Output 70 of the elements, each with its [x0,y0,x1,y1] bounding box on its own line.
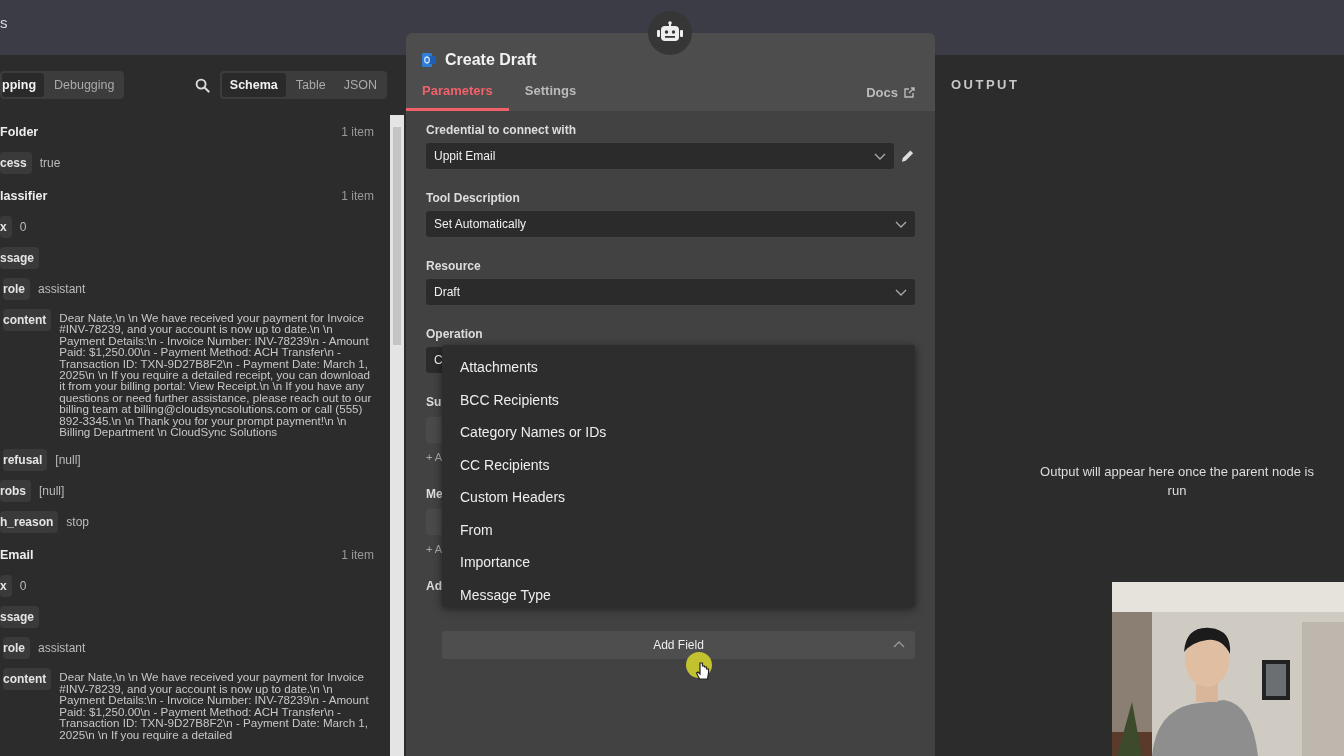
view-tab[interactable]: Schema [221,73,286,97]
field-key: cess [0,152,32,174]
menu-option[interactable]: BCC Recipients [460,383,915,416]
node-title: Create Draft [445,51,537,69]
menu-option[interactable]: Importance [460,546,915,579]
field-value: 0 [19,578,27,594]
view-tab[interactable]: Table [287,73,334,97]
item-count: 1 item [341,124,374,139]
item-count: 1 item [341,547,374,562]
field-label: Su [426,395,443,409]
view-tab[interactable]: JSON [335,73,385,97]
field-key: robs [0,480,31,503]
window-title: s [0,14,8,31]
add-field-button[interactable]: Add Field [442,631,915,659]
field-key: ssage [0,606,40,629]
field-label: Tool Description [426,191,521,205]
field-label: Credential to connect with [426,123,577,137]
field-label: Ad [426,579,443,593]
field-text: Dear Nate,\n \n We have received your payment for Invoice #INV-78239, and your account is now up to date.\n \n Payment Details:\n - Invoice Number: INV-78239\n - Amount Paid: $1,250.00\n - Payment Method: ACH Transfer\n - Transaction ID: TXN-9D27B8F2\n - Payment Date: March 1, 2025\n \n If you require a detailed receipt, you can download it from your billing portal: View Receipt.\n \n If you have any questions or need further assistance, please reach out to our billing team at billing@cloudsyncsolutions.com or call (555) 892-3345.\n \n Thank you for your prompt payment!\n \n Billing Department \n CloudSync Solutions [59,310,373,441]
node-name: lassifier [0,188,48,203]
pencil-icon[interactable] [900,148,915,164]
field-key: role [3,637,30,660]
select-field[interactable]: Uppit Email [426,143,894,169]
external-link-icon [903,86,915,99]
node-name: Email [0,547,34,562]
mode-tab[interactable]: pping [2,73,44,97]
select-field[interactable]: Set Automatically [426,211,915,237]
menu-option[interactable]: From [460,513,915,546]
empty-message: Output will appear here once the parent node is run [1039,463,1315,500]
panel-title: OUTPUT [951,77,1021,92]
input-field[interactable] [426,417,442,443]
field-value: true [39,155,61,170]
robot-icon [648,11,692,55]
menu-option[interactable]: CC Recipients [460,448,915,481]
docs-link[interactable]: Docs [866,85,915,111]
field-key: content [3,668,52,691]
field-key: refusal [3,449,48,472]
node-name: Folder [0,124,39,139]
field-value: [null] [55,452,81,468]
field-label: Resource [426,259,482,273]
chevron-down-icon [874,152,886,160]
input-field[interactable] [426,509,442,535]
panel-tab[interactable]: Settings [508,79,593,111]
menu-option[interactable]: Attachments [460,351,915,384]
field-value: [null] [39,483,65,499]
chevron-down-icon [895,220,907,228]
search-icon[interactable] [194,77,210,93]
field-label: Me [426,487,444,501]
caret-icon [893,641,905,648]
field-value: stop [66,514,90,530]
chevron-down-icon [895,288,907,296]
field-value: assistant [38,281,86,296]
field-key: content [3,309,52,331]
menu-option[interactable]: Message Type [460,578,915,607]
select-field[interactable]: Draft [426,279,915,305]
item-count: 1 item [341,188,374,203]
field-value: assistant [38,640,86,656]
menu-option[interactable]: Custom Headers [460,481,915,514]
scrollbar[interactable] [390,115,404,756]
mail-app-icon [422,52,436,68]
field-value: 0 [19,219,27,234]
mode-tab[interactable]: Debugging [46,73,123,97]
field-key: x [0,575,12,598]
field-label: Operation [426,327,484,341]
field-key: role [3,278,30,300]
field-text: Dear Nate,\n \n We have received your payment for Invoice #INV-78239, and your account is now up to date.\n \n Payment Details:\n - Invoice Number: INV-78239\n - Amount Paid: $1,250.00\n - Payment Method: ACH Transfer\n - Transaction ID: TXN-9D27B8F2\n - Payment Date: March 1, 2025\n \n If you require a detailed [59,669,370,743]
menu-option[interactable]: Category Names or IDs [460,416,915,449]
field-key: x [0,216,12,238]
field-key: ssage [0,247,40,269]
field-key: h_reason [0,511,59,534]
